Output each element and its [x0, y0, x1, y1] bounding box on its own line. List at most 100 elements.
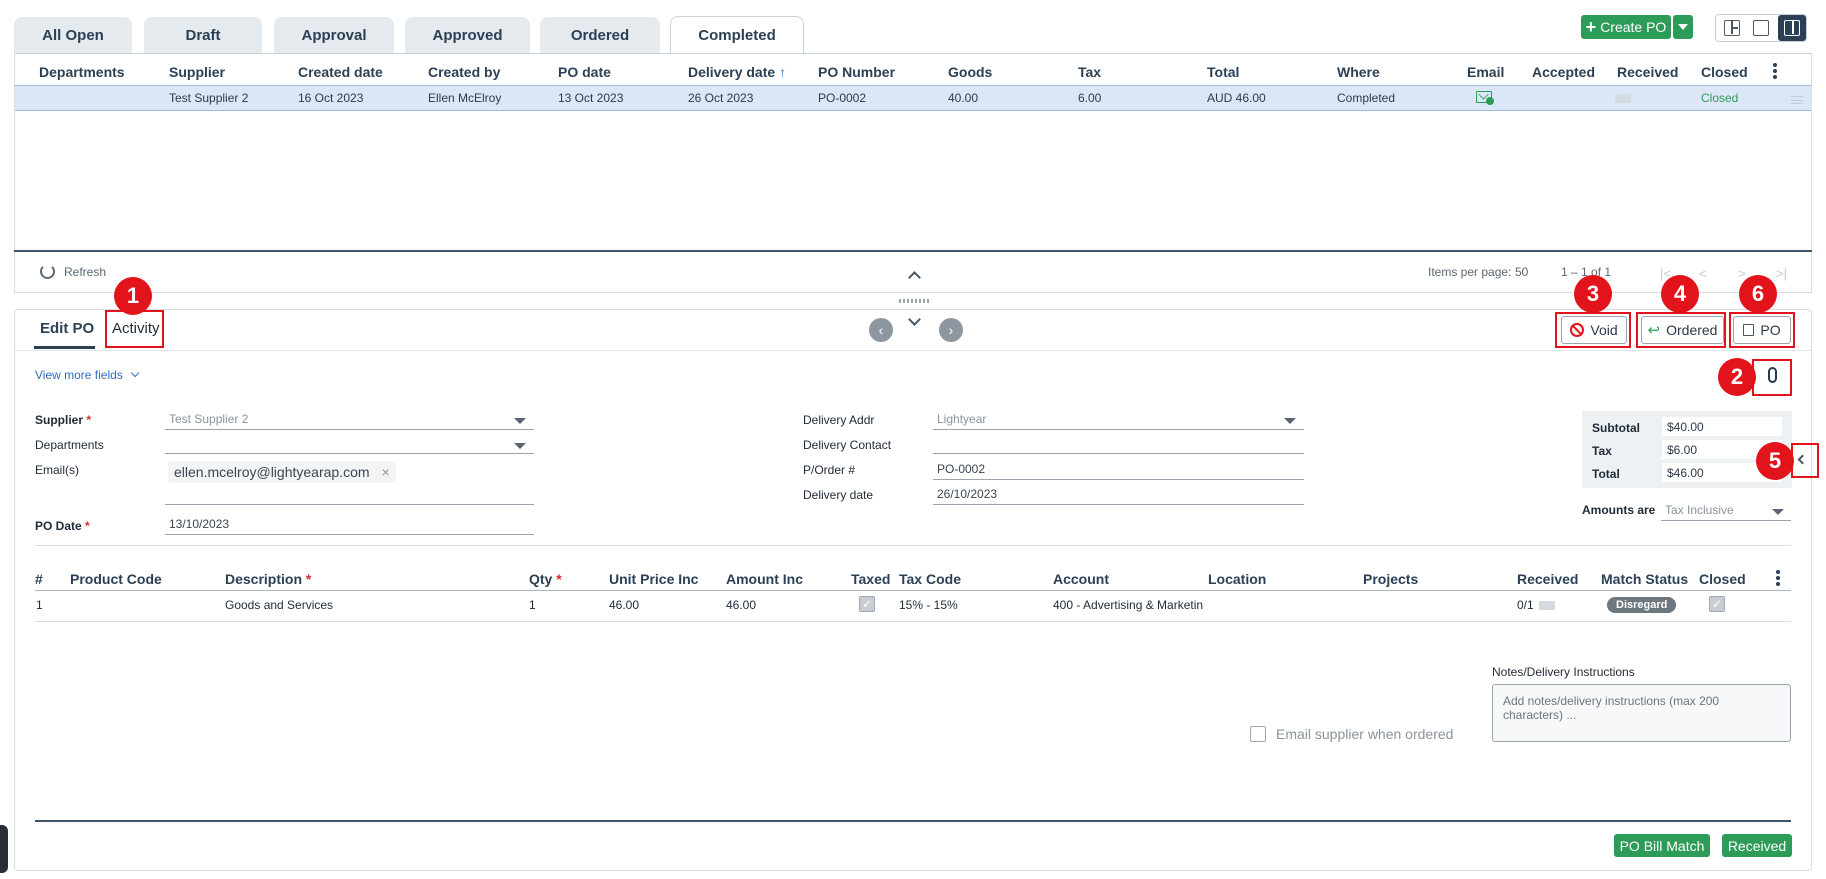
- email-sent-icon[interactable]: [1476, 89, 1494, 105]
- email-chip[interactable]: ellen.mcelroy@lightyearap.com ×: [168, 461, 396, 483]
- remove-chip-icon[interactable]: ×: [382, 464, 390, 480]
- total-label: Total: [1592, 467, 1620, 481]
- create-po-button[interactable]: + Create PO: [1581, 15, 1671, 39]
- po-bill-match-button[interactable]: PO Bill Match: [1614, 834, 1710, 857]
- resize-grip[interactable]: [899, 299, 929, 303]
- cell-total: AUD 46.00: [1207, 91, 1266, 105]
- col-delivery-date-label: Delivery date: [688, 64, 776, 80]
- sidebar-view-icon[interactable]: [1778, 15, 1806, 41]
- col-po-date[interactable]: PO date: [558, 64, 611, 80]
- form-divider: [35, 545, 1791, 546]
- prev-record-button[interactable]: ‹: [869, 318, 893, 342]
- col-created-date[interactable]: Created date: [298, 64, 383, 80]
- line-col-location: Location: [1208, 571, 1267, 587]
- col-supplier[interactable]: Supplier: [169, 64, 225, 80]
- line-truck-icon: [1539, 601, 1555, 610]
- col-email[interactable]: Email: [1467, 64, 1504, 80]
- col-where[interactable]: Where: [1337, 64, 1380, 80]
- po-date-field[interactable]: 13/10/2023: [165, 517, 534, 535]
- tab-edit-po[interactable]: Edit PO: [40, 320, 94, 337]
- subtotal-label: Subtotal: [1592, 421, 1640, 435]
- col-accepted[interactable]: Accepted: [1532, 64, 1595, 80]
- col-created-by[interactable]: Created by: [428, 64, 500, 80]
- col-closed[interactable]: Closed: [1701, 64, 1748, 80]
- delivery-date-field[interactable]: 26/10/2023: [933, 487, 1304, 505]
- cell-created-date: 16 Oct 2023: [298, 91, 364, 105]
- email-supplier-label: Email supplier when ordered: [1276, 726, 1454, 742]
- line-tax-code[interactable]: 15% - 15%: [899, 598, 958, 612]
- col-departments[interactable]: Departments: [39, 64, 125, 80]
- last-page-icon[interactable]: >|: [1776, 266, 1787, 281]
- col-total[interactable]: Total: [1207, 64, 1239, 80]
- line-col-match-status: Match Status: [1601, 571, 1689, 587]
- line-taxed-checkbox[interactable]: ✓: [859, 596, 875, 612]
- line-col-qty: Qty *: [529, 571, 562, 587]
- email-supplier-checkbox[interactable]: [1250, 726, 1266, 742]
- cell-delivery-date: 26 Oct 2023: [688, 91, 754, 105]
- create-po-label: Create PO: [1600, 19, 1667, 35]
- drag-handle-icon[interactable]: [1791, 96, 1803, 104]
- tab-ordered[interactable]: Ordered: [540, 17, 660, 53]
- tab-draft[interactable]: Draft: [144, 17, 262, 53]
- line-row-divider: [35, 621, 1791, 622]
- required-marker: *: [556, 571, 562, 587]
- amounts-are-caret-icon: [1772, 509, 1784, 515]
- items-per-page-select[interactable]: 50: [1515, 265, 1528, 279]
- split-view-icon[interactable]: [1724, 20, 1740, 36]
- emails-label: Email(s): [35, 463, 79, 477]
- line-closed-checkbox[interactable]: ✓: [1709, 596, 1725, 612]
- column-menu-icon[interactable]: [1772, 62, 1778, 80]
- line-col-tax-code: Tax Code: [899, 571, 961, 587]
- cell-where: Completed: [1337, 91, 1396, 105]
- notes-textarea[interactable]: Add notes/delivery instructions (max 200…: [1492, 684, 1791, 742]
- delivery-contact-field[interactable]: [933, 436, 1304, 454]
- line-description[interactable]: Goods and Services: [225, 598, 333, 612]
- porder-field[interactable]: PO-0002: [933, 462, 1304, 480]
- annotation-box-4: [1636, 312, 1726, 348]
- table-row[interactable]: [15, 85, 1811, 111]
- create-po-dropdown[interactable]: [1673, 15, 1693, 39]
- single-view-icon[interactable]: [1753, 20, 1769, 36]
- annotation-box-2: [1752, 359, 1792, 396]
- prev-page-icon[interactable]: <: [1699, 266, 1707, 281]
- line-col-received: Received: [1517, 571, 1579, 587]
- departments-label: Departments: [35, 438, 104, 452]
- line-col-projects: Projects: [1363, 571, 1419, 587]
- subtotal-value: $40.00: [1662, 417, 1782, 436]
- amounts-are-label: Amounts are: [1582, 503, 1656, 517]
- line-amount[interactable]: 46.00: [726, 598, 756, 612]
- col-tax[interactable]: Tax: [1078, 64, 1101, 80]
- lines-header-divider: [35, 590, 1791, 591]
- departments-select[interactable]: [165, 436, 534, 454]
- refresh-icon[interactable]: [40, 264, 55, 279]
- tab-all-open[interactable]: All Open: [14, 17, 132, 53]
- line-unit-price[interactable]: 46.00: [609, 598, 639, 612]
- next-record-button[interactable]: ›: [939, 318, 963, 342]
- supplier-select[interactable]: Test Supplier 2: [165, 412, 534, 430]
- line-qty[interactable]: 1: [529, 598, 536, 612]
- departments-caret-icon: [514, 443, 526, 449]
- line-account[interactable]: 400 - Advertising & Marketin: [1053, 598, 1203, 612]
- line-col-amount: Amount Inc: [726, 571, 803, 587]
- line-column-menu-icon[interactable]: [1775, 569, 1781, 587]
- cell-po-date: 13 Oct 2023: [558, 91, 624, 105]
- tab-completed[interactable]: Completed: [670, 16, 804, 54]
- received-button[interactable]: Received: [1722, 834, 1792, 857]
- col-goods[interactable]: Goods: [948, 64, 992, 80]
- refresh-button[interactable]: Refresh: [64, 265, 106, 279]
- tab-approval[interactable]: Approval: [274, 17, 394, 53]
- po-date-label-text: PO Date: [35, 519, 82, 533]
- supplier-caret-icon: [514, 418, 526, 424]
- required-marker: *: [86, 413, 92, 427]
- col-received[interactable]: Received: [1617, 64, 1678, 80]
- tab-approved[interactable]: Approved: [405, 17, 530, 53]
- col-po-number[interactable]: PO Number: [818, 64, 895, 80]
- supplier-label-text: Supplier: [35, 413, 84, 427]
- view-more-fields-link[interactable]: View more fields: [35, 368, 140, 382]
- annotation-box-1: [105, 310, 164, 348]
- delivery-addr-select[interactable]: Lightyear: [933, 412, 1304, 430]
- annotation-badge-6: 6: [1739, 275, 1777, 313]
- col-delivery-date[interactable]: Delivery date ↑: [688, 64, 786, 80]
- side-tab[interactable]: [0, 825, 8, 873]
- supplier-label: Supplier *: [35, 413, 91, 427]
